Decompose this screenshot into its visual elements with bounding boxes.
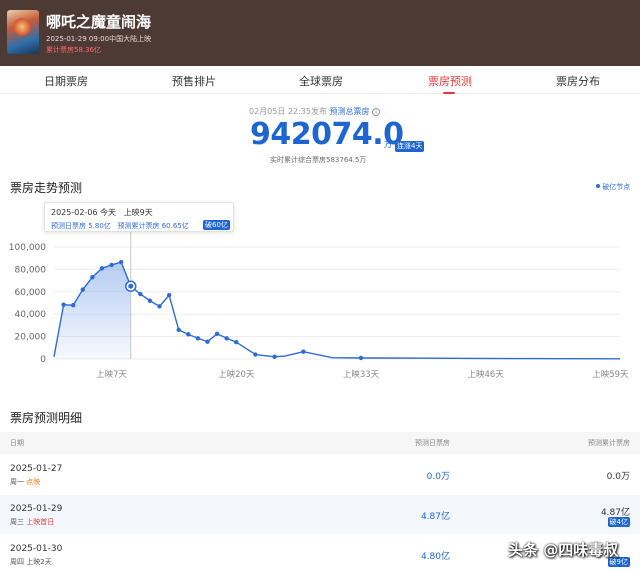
y-tick-label: 60,000 bbox=[15, 288, 47, 298]
tooltip-date-line: 2025-02-06 今天 上映9天 bbox=[51, 207, 153, 218]
y-tick-label: 40,000 bbox=[15, 310, 47, 320]
chart-legend[interactable]: 破亿节点 bbox=[596, 182, 630, 192]
x-tick-label: 上映7天 bbox=[96, 369, 127, 380]
x-tick-label: 上映59天 bbox=[592, 369, 629, 380]
row-weekday: 周三 bbox=[10, 518, 24, 526]
data-point bbox=[272, 354, 277, 359]
data-point bbox=[138, 291, 143, 297]
data-point bbox=[90, 275, 95, 280]
row-subtitle: 周三 上映首日 bbox=[10, 517, 54, 527]
row-tag: 上映2天 bbox=[26, 558, 52, 566]
tab-global-box-office[interactable]: 全球票房 bbox=[299, 73, 343, 89]
row-weekday: 周一 bbox=[10, 478, 24, 486]
data-point bbox=[61, 302, 66, 307]
data-point bbox=[166, 292, 172, 298]
data-point bbox=[99, 266, 105, 271]
tab-presale[interactable]: 预售排片 bbox=[172, 73, 216, 89]
movie-title: 哪吒之魔童闹海 bbox=[46, 13, 152, 31]
detail-table-header: 日期 预测日票房 预测累计票房 bbox=[0, 432, 640, 454]
tab-distribution[interactable]: 票房分布 bbox=[556, 73, 600, 89]
y-tick-label: 20,000 bbox=[15, 333, 47, 343]
data-point bbox=[358, 355, 364, 361]
data-point bbox=[186, 332, 191, 337]
publish-time-text: 02月05日 22:35发布 bbox=[249, 107, 327, 116]
cumulative-box-office: 累计票房58.36亿 bbox=[46, 46, 102, 54]
tooltip-weekday: 今天 bbox=[100, 208, 117, 217]
header-daily-forecast: 预测日票房 bbox=[415, 439, 450, 447]
row-tag: 点映 bbox=[26, 478, 41, 486]
chart-tooltip: 2025-02-06 今天 上映9天 预测日票房 5.80亿 预测累计票房 60… bbox=[44, 202, 234, 232]
data-point bbox=[157, 304, 162, 309]
x-tick-label: 上映33天 bbox=[343, 369, 380, 380]
forecast-publish-time: 02月05日 22:35发布 预测总票房 i bbox=[249, 106, 381, 117]
tooltip-badge: 破60亿 bbox=[203, 220, 230, 230]
forecast-total-label: 预测总票房 bbox=[329, 107, 370, 116]
tooltip-date: 2025-02-06 bbox=[51, 208, 98, 217]
row-weekday: 周四 bbox=[10, 558, 24, 566]
row-date: 2025-01-29 bbox=[10, 504, 63, 514]
data-point bbox=[214, 331, 220, 336]
data-point bbox=[147, 298, 153, 303]
info-icon[interactable]: i bbox=[372, 108, 381, 116]
y-tick-label: 80,000 bbox=[15, 265, 47, 275]
row-daily: 4.80亿 bbox=[420, 552, 450, 562]
row-daily: 0.0万 bbox=[426, 472, 450, 482]
header-date: 日期 bbox=[10, 439, 24, 447]
active-tab-indicator bbox=[443, 92, 455, 94]
legend-label: 破亿节点 bbox=[602, 183, 631, 191]
data-point bbox=[80, 287, 85, 292]
row-subtitle: 周一 点映 bbox=[10, 477, 40, 487]
movie-poster[interactable] bbox=[7, 10, 39, 54]
y-tick-label: 100,000 bbox=[9, 243, 46, 253]
x-tick-label: 上映20天 bbox=[218, 369, 255, 380]
row-subtitle: 周四 上映2天 bbox=[10, 557, 52, 567]
data-point bbox=[118, 259, 124, 265]
data-point bbox=[70, 303, 76, 308]
legend-dot-icon bbox=[596, 184, 600, 188]
series-line bbox=[53, 261, 621, 360]
data-point bbox=[224, 336, 229, 341]
watermark: 头条 @四味毒叔 bbox=[508, 541, 619, 559]
row-tag: 上映首日 bbox=[26, 518, 55, 526]
row-date: 2025-01-27 bbox=[10, 464, 63, 474]
movie-header: 哪吒之魔童闹海 2025-01-29 09:00中国大陆上映 累计票房58.36… bbox=[0, 0, 640, 66]
forecast-unit: 万 bbox=[384, 140, 392, 149]
row-badge: 破4亿 bbox=[607, 517, 630, 527]
table-row[interactable]: 2025-01-27 周一 点映 0.0万 0.0万 bbox=[0, 455, 640, 494]
tooltip-values: 预测日票房 5.80亿 预测累计票房 60.65亿 bbox=[51, 221, 189, 231]
data-point bbox=[195, 336, 201, 341]
row-date: 2025-01-30 bbox=[10, 544, 63, 554]
release-info: 2025-01-29 09:00中国大陆上映 bbox=[46, 35, 152, 43]
data-point bbox=[253, 352, 258, 357]
data-point bbox=[109, 262, 114, 268]
tooltip-daily: 预测日票房 5.80亿 bbox=[51, 222, 111, 230]
realtime-box-office: 实时累计综合票房583764.5万 bbox=[270, 156, 367, 164]
tooltip-cumulative: 预测累计票房 60.65亿 bbox=[117, 222, 189, 230]
data-point bbox=[205, 339, 210, 344]
header-cumulative-forecast: 预测累计票房 bbox=[588, 439, 630, 447]
table-row[interactable]: 2025-01-29 周三 上映首日 4.87亿 4.87亿 破4亿 bbox=[0, 495, 640, 534]
data-point bbox=[234, 340, 239, 345]
rising-streak-badge: 连涨4天 bbox=[395, 141, 425, 152]
x-tick-label: 上映46天 bbox=[468, 369, 505, 380]
detail-section-title: 票房预测明细 bbox=[10, 411, 83, 425]
tab-forecast[interactable]: 票房预测 bbox=[428, 73, 472, 89]
tab-bar: 日期票房 预售排片 全球票房 票房预测 票房分布 bbox=[0, 66, 640, 94]
tab-daily-box-office[interactable]: 日期票房 bbox=[44, 73, 88, 89]
tooltip-release-day: 上映9天 bbox=[123, 208, 153, 217]
row-daily: 4.87亿 bbox=[420, 512, 450, 522]
y-tick-label: 0 bbox=[40, 355, 46, 365]
data-point bbox=[301, 349, 306, 354]
trend-section-title: 票房走势预测 bbox=[10, 181, 83, 195]
forecast-total-value: 942074.0 bbox=[250, 117, 404, 152]
data-point bbox=[176, 327, 181, 333]
row-cumulative: 0.0万 bbox=[606, 472, 630, 482]
highlight-point bbox=[128, 283, 134, 289]
